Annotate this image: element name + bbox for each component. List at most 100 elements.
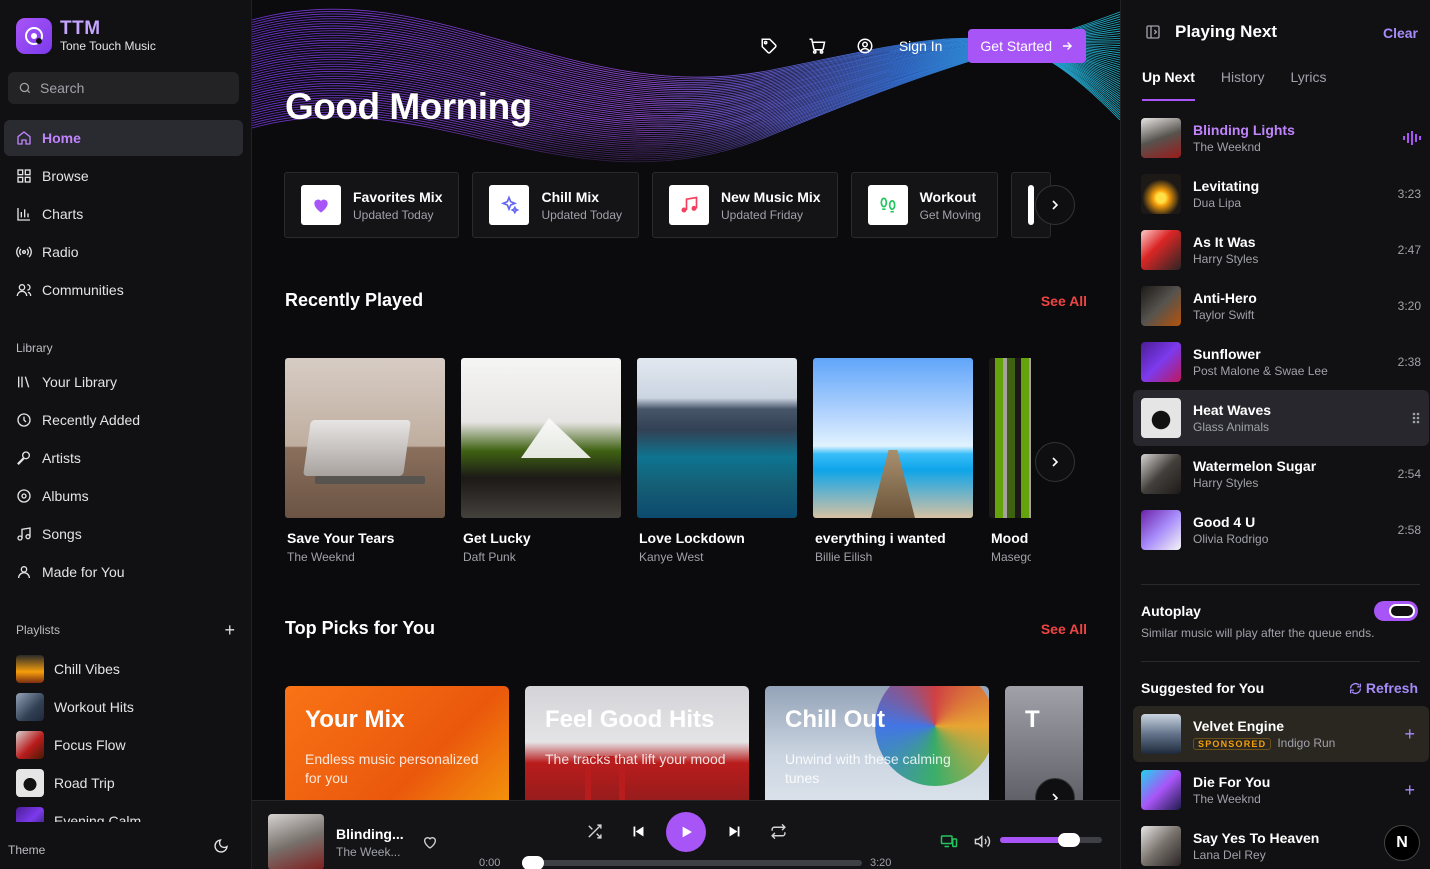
queue-title: Watermelon Sugar	[1193, 458, 1317, 474]
playlist-item[interactable]: Chill Vibes	[16, 650, 241, 688]
album-art	[989, 358, 1031, 518]
queue-duration: 2:47	[1397, 243, 1421, 257]
mix-card[interactable]: Favorites Mix Updated Today	[284, 172, 460, 238]
nav-item-home[interactable]: Home	[4, 120, 243, 156]
queue-item[interactable]: Good 4 U Olivia Rodrigo 2:58	[1133, 502, 1429, 558]
account-button[interactable]	[841, 37, 889, 55]
queue-item[interactable]: Blinding Lights The Weeknd	[1133, 110, 1429, 166]
progress-track[interactable]	[522, 856, 862, 869]
queue-art	[1141, 398, 1181, 438]
mix-card[interactable]: Chill Mix Updated Today	[472, 172, 639, 238]
mix-subtitle: Get Moving	[919, 207, 981, 222]
sponsored-badge: SPONSORED	[1193, 738, 1272, 750]
refresh-button[interactable]: Refresh	[1349, 680, 1418, 696]
queue-item[interactable]: Levitating Dua Lipa 3:23	[1133, 166, 1429, 222]
previous-button[interactable]	[630, 823, 647, 845]
volume-slider[interactable]	[1000, 833, 1102, 847]
queue-item[interactable]: Anti-Hero Taylor Swift 3:20	[1133, 278, 1429, 334]
progress-handle[interactable]	[522, 856, 544, 869]
nav-item-radio[interactable]: Radio	[4, 234, 243, 270]
album-card[interactable]: Get Lucky Daft Punk	[461, 358, 621, 578]
nav-item-charts[interactable]: Charts	[4, 196, 243, 232]
nav-item-songs[interactable]: Songs	[4, 516, 243, 552]
queue-artist: Harry Styles	[1193, 252, 1259, 266]
suggested-title-text: Velvet Engine	[1193, 718, 1285, 734]
tab-lyrics[interactable]: Lyrics	[1290, 69, 1326, 101]
mix-card[interactable]: Workout Get Moving	[850, 172, 998, 238]
album-card[interactable]: Mood Masego	[989, 358, 1031, 578]
queue-title: Heat Waves	[1193, 402, 1272, 418]
drag-handle-icon[interactable]	[1411, 411, 1421, 425]
tab-history[interactable]: History	[1221, 69, 1265, 101]
next-button[interactable]	[726, 823, 743, 845]
queue-panel: Playing Next Clear Up Next History Lyric…	[1120, 0, 1430, 869]
queue-item[interactable]: Watermelon Sugar Harry Styles 2:54	[1133, 446, 1429, 502]
nav-item-artists[interactable]: Artists	[4, 440, 243, 476]
get-started-button[interactable]: Get Started	[968, 29, 1086, 63]
mix-row: Favorites Mix Updated Today Chill Mix Upda…	[284, 172, 1082, 238]
heart-icon	[301, 185, 341, 225]
pick-card[interactable]: Feel Good Hits The tracks that lift your…	[525, 686, 749, 800]
n-button[interactable]: N	[1384, 825, 1420, 861]
mix-subtitle: Updated Friday	[721, 207, 804, 222]
playlist-list: Chill Vibes Workout Hits Focus Flow Road…	[16, 650, 241, 822]
user-icon	[18, 566, 30, 579]
add-to-queue-button[interactable]: +	[1404, 780, 1415, 801]
sign-in-link[interactable]: Sign In	[899, 38, 943, 54]
nav-item-albums[interactable]: Albums	[4, 478, 243, 514]
nav-item-browse[interactable]: Browse	[4, 158, 243, 194]
panel-toggle-icon[interactable]	[1145, 24, 1161, 40]
tag-button[interactable]	[745, 37, 793, 55]
mixes-next-button[interactable]	[1035, 185, 1075, 225]
shuffle-button[interactable]	[586, 823, 603, 845]
album-card[interactable]: Save Your Tears The Weeknd	[285, 358, 445, 578]
divider	[1141, 661, 1420, 662]
mix-card[interactable]: New Music Mix Updated Friday	[652, 172, 838, 238]
top-picks-see-all[interactable]: See All	[1041, 621, 1087, 637]
autoplay-toggle[interactable]	[1374, 601, 1418, 621]
nav-item-recently-added[interactable]: Recently Added	[4, 402, 243, 438]
like-button[interactable]	[422, 834, 438, 855]
queue-item[interactable]: Sunflower Post Malone & Swae Lee 2:38	[1133, 334, 1429, 390]
devices-button[interactable]	[940, 833, 958, 856]
album-card[interactable]: everything i wanted Billie Eilish	[813, 358, 973, 578]
queue-item[interactable]: As It Was Harry Styles 2:47	[1133, 222, 1429, 278]
nav-item-your-library[interactable]: Your Library	[4, 364, 243, 400]
nav-item-made-for-you[interactable]: Made for You	[4, 554, 243, 590]
playlist-label: Focus Flow	[54, 737, 126, 753]
tab-up-next[interactable]: Up Next	[1142, 69, 1195, 101]
volume-button[interactable]	[974, 833, 991, 855]
volume-handle[interactable]	[1058, 833, 1081, 847]
now-playing-artist[interactable]: The Week...	[336, 845, 400, 859]
pick-card[interactable]: Your Mix Endless music personalized for …	[285, 686, 509, 800]
now-playing-title[interactable]: Blinding...	[336, 826, 404, 842]
queue-item[interactable]: Heat Waves Glass Animals	[1133, 390, 1429, 446]
arrow-right-icon	[1062, 42, 1073, 50]
cart-button[interactable]	[793, 37, 841, 55]
pick-card[interactable]: Chill Out Unwind with these calming tune…	[765, 686, 989, 800]
playlist-item[interactable]: Road Trip	[16, 764, 241, 802]
theme-toggle-button[interactable]	[213, 838, 229, 859]
playlist-item[interactable]: Evening Calm	[16, 802, 241, 822]
equalizer-icon	[1403, 131, 1421, 145]
search-input[interactable]	[40, 80, 220, 96]
nav-item-communities[interactable]: Communities	[4, 272, 243, 308]
page-title: Good Morning	[285, 86, 532, 127]
player-bar: Blinding... The Week... 0:00 3:20	[252, 800, 1120, 869]
clear-queue-button[interactable]: Clear	[1383, 25, 1418, 41]
brand[interactable]: TTM Tone Touch Music	[16, 18, 156, 54]
recently-played-next-button[interactable]	[1035, 442, 1075, 482]
playlist-item[interactable]: Focus Flow	[16, 726, 241, 764]
add-to-queue-button[interactable]: +	[1404, 724, 1415, 745]
repeat-button[interactable]	[770, 823, 787, 845]
play-button[interactable]	[666, 812, 706, 852]
suggested-item[interactable]: Velvet Engine SPONSORED Indigo Run +	[1133, 706, 1429, 762]
suggested-item[interactable]: Die For You The Weeknd +	[1133, 762, 1429, 818]
add-playlist-button[interactable]: +	[224, 620, 235, 641]
nav-label: Albums	[42, 488, 89, 504]
search-box[interactable]	[8, 72, 239, 104]
recently-played-see-all[interactable]: See All	[1041, 293, 1087, 309]
recently-played-title: Recently Played	[285, 290, 424, 310]
album-card[interactable]: Love Lockdown Kanye West	[637, 358, 797, 578]
playlist-item[interactable]: Workout Hits	[16, 688, 241, 726]
